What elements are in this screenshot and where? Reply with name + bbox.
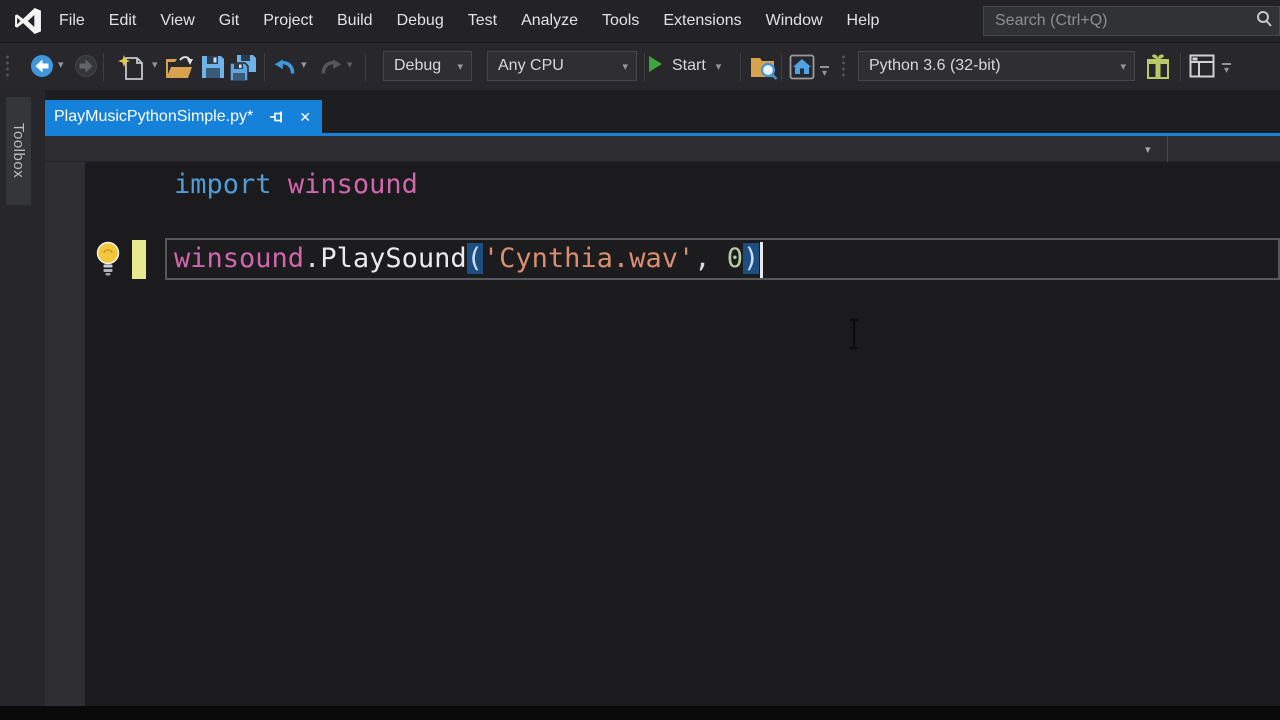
open-file-icon[interactable] <box>164 54 194 86</box>
code-editor[interactable]: import winsound winsound.PlaySound('Cynt… <box>45 162 1280 706</box>
toolbar-drag-grip[interactable] <box>841 54 846 80</box>
mouse-ibeam-cursor <box>848 318 860 355</box>
chevron-down-icon: ▾ <box>457 60 463 73</box>
toolbar-drag-grip[interactable] <box>5 54 10 80</box>
editor-indicator-margin <box>45 162 85 706</box>
visual-studio-logo-icon <box>13 6 43 36</box>
modified-line-indicator <box>132 240 146 279</box>
toolbox-tab-label: Toolbox <box>10 123 27 179</box>
undo-icon[interactable] <box>272 54 298 85</box>
navbar-separator <box>1167 136 1168 162</box>
menu-tools[interactable]: Tools <box>590 0 651 42</box>
find-in-files-icon[interactable] <box>750 54 778 85</box>
navigate-back-dropdown-icon[interactable]: ▾ <box>58 60 64 71</box>
menu-window[interactable]: Window <box>754 0 835 42</box>
play-icon <box>648 55 663 78</box>
module-token: winsound <box>174 243 305 274</box>
python-environment-home-icon[interactable] <box>789 54 815 85</box>
python-environment-dropdown[interactable]: Python 3.6 (32-bit) ▾ <box>858 51 1135 81</box>
toolbar-separator <box>264 53 265 81</box>
environment-overflow-icon[interactable]: ▾ <box>820 66 829 79</box>
open-paren-token: ( <box>466 243 483 274</box>
menu-debug[interactable]: Debug <box>385 0 456 42</box>
text-caret <box>760 242 763 278</box>
menu-file[interactable]: File <box>47 0 97 42</box>
window-layout-icon[interactable] <box>1189 54 1215 83</box>
close-paren-token: ) <box>743 243 760 274</box>
start-dropdown-icon[interactable]: ▾ <box>716 60 722 73</box>
comma-token: , <box>694 243 727 274</box>
menu-git[interactable]: Git <box>207 0 251 42</box>
close-icon[interactable]: ✕ <box>299 110 311 124</box>
solution-platform-dropdown[interactable]: Any CPU ▾ <box>487 51 637 81</box>
menu-bar: File Edit View Git Project Build Debug T… <box>0 0 1280 42</box>
tab-title: PlayMusicPythonSimple.py* <box>54 107 254 125</box>
code-line-playsound: winsound.PlaySound('Cynthia.wav', 0) <box>174 241 760 277</box>
window-bottom-edge <box>0 706 1280 720</box>
toolbar-overflow-icon[interactable]: ▾ <box>1222 63 1231 76</box>
module-token: winsound <box>287 169 418 200</box>
menu-analyze[interactable]: Analyze <box>509 0 590 42</box>
tab-playmusicpythonsimple[interactable]: PlayMusicPythonSimple.py* ✕ <box>45 100 322 133</box>
lightbulb-quick-action-icon[interactable] <box>93 240 123 285</box>
menu-build[interactable]: Build <box>325 0 385 42</box>
menu-test[interactable]: Test <box>456 0 509 42</box>
menu-view[interactable]: View <box>148 0 206 42</box>
solution-configuration-value: Debug <box>394 57 442 74</box>
toolbar-separator <box>740 53 741 81</box>
python-environment-value: Python 3.6 (32-bit) <box>869 57 1001 74</box>
editor-navigation-bar: ▾ <box>45 136 1280 162</box>
document-tab-strip: PlayMusicPythonSimple.py* ✕ <box>45 90 1280 133</box>
string-token: 'Cynthia.wav' <box>482 243 695 274</box>
function-token: PlaySound <box>320 243 467 274</box>
toolbar-separator <box>644 53 645 81</box>
toolbox-tab[interactable]: Toolbox <box>6 97 31 205</box>
global-search-input[interactable] <box>984 12 1255 30</box>
search-icon <box>1255 10 1273 33</box>
toolbar-separator <box>1180 53 1181 81</box>
redo-dropdown-icon: ▾ <box>347 59 353 71</box>
undo-dropdown-icon[interactable]: ▾ <box>301 60 307 71</box>
new-item-dropdown-icon[interactable]: ▾ <box>152 60 158 71</box>
solution-configuration-dropdown[interactable]: Debug ▾ <box>383 51 472 81</box>
standard-toolbar: ▾ ▾ ▾ ▾ Debug ▾ Any CPU ▾ Start ▾ ▾ Pyth… <box>0 42 1280 90</box>
toolbar-separator <box>781 53 782 81</box>
chevron-down-icon: ▾ <box>622 60 628 73</box>
number-token: 0 <box>726 243 743 274</box>
solution-platform-value: Any CPU <box>498 57 564 74</box>
save-icon[interactable] <box>200 54 226 85</box>
chevron-down-icon[interactable]: ▾ <box>1145 143 1151 156</box>
chevron-down-icon: ▾ <box>1120 60 1126 73</box>
start-debugging-button[interactable]: Start ▾ <box>648 51 721 81</box>
new-item-icon[interactable] <box>116 54 146 87</box>
redo-icon <box>318 54 344 85</box>
toolbar-separator <box>365 53 366 81</box>
code-line-import: import winsound <box>174 167 418 203</box>
menu-edit[interactable]: Edit <box>97 0 149 42</box>
keyword-token: import <box>174 169 272 200</box>
toolbar-separator <box>103 53 104 81</box>
menu-project[interactable]: Project <box>251 0 325 42</box>
navigate-back-icon[interactable] <box>30 54 54 83</box>
dot-token: . <box>304 243 321 274</box>
left-dock-rail: Toolbox <box>0 90 45 706</box>
pin-icon[interactable] <box>269 110 285 124</box>
global-search-box[interactable] <box>983 6 1280 36</box>
save-all-icon[interactable] <box>229 54 257 87</box>
menu-help[interactable]: Help <box>835 0 892 42</box>
menu-extensions[interactable]: Extensions <box>651 0 753 42</box>
start-button-label: Start <box>672 57 706 74</box>
navigate-forward-icon <box>74 54 98 83</box>
python-packages-icon[interactable] <box>1146 54 1170 85</box>
